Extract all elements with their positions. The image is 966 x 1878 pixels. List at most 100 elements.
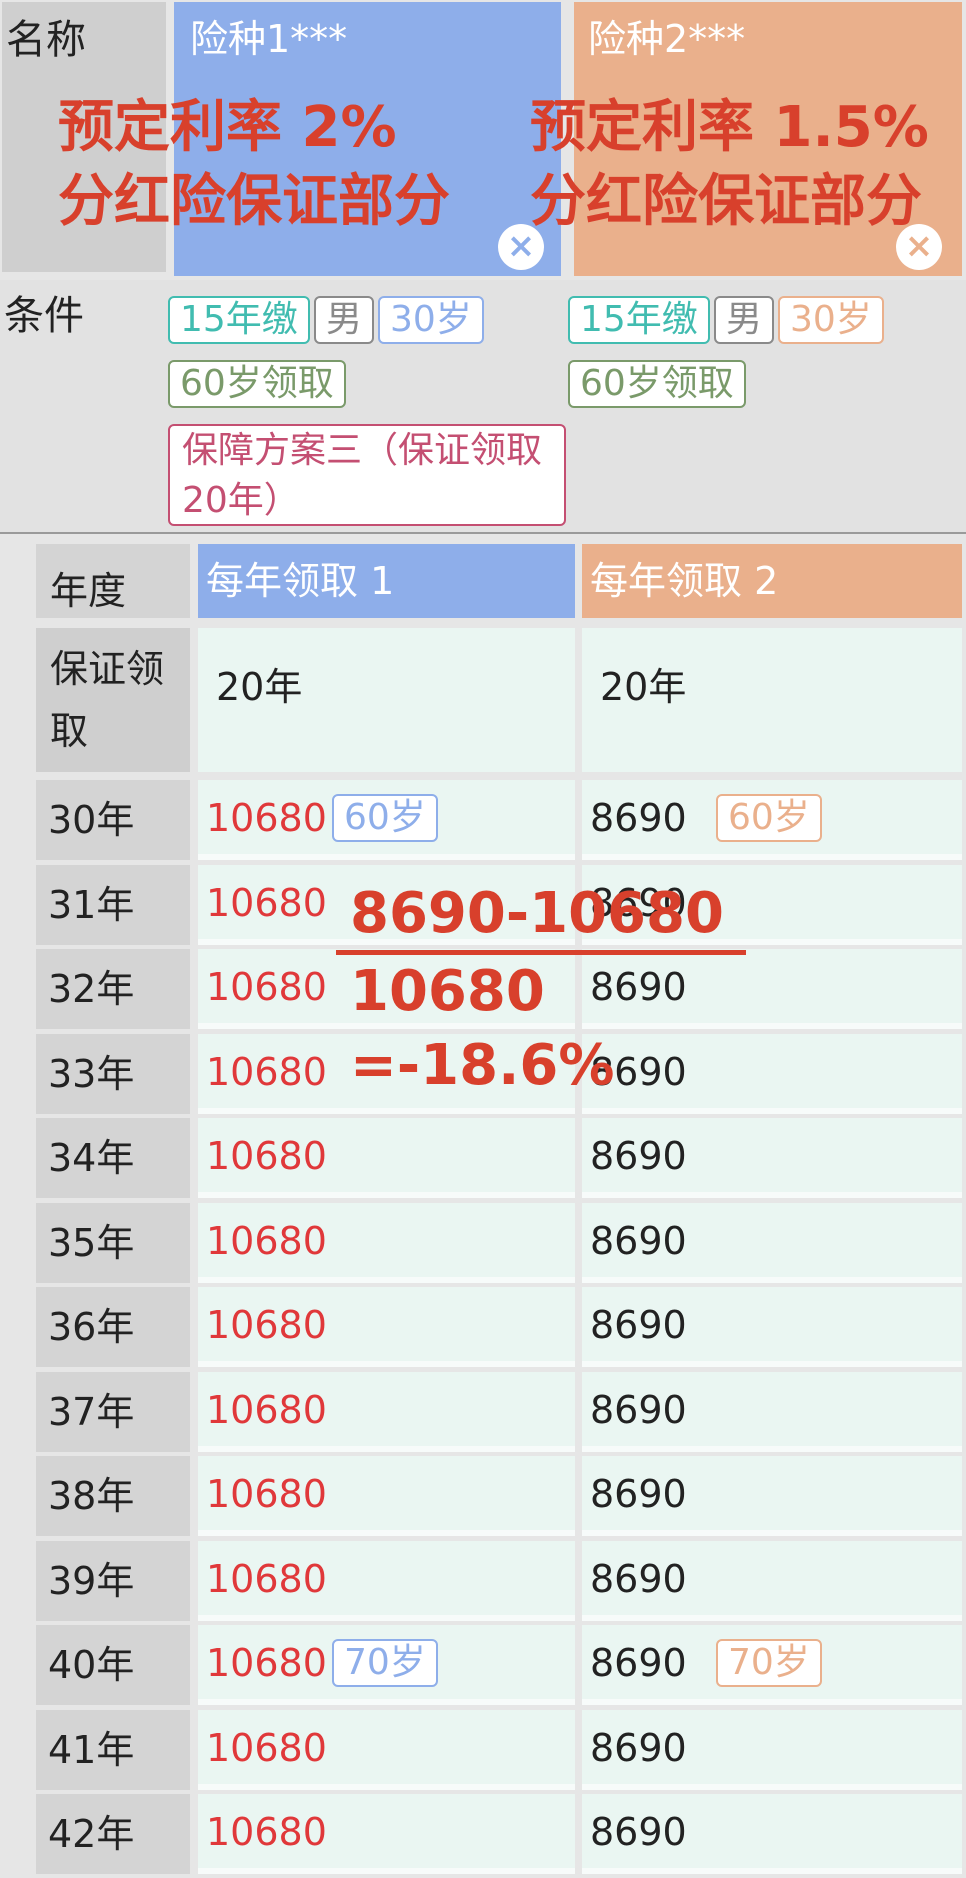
year-cell: 39年 — [36, 1541, 190, 1621]
guarantee-label: 保证领取 — [36, 628, 190, 772]
product-1-plan-tag[interactable]: 保障方案三（保证领取20年） — [168, 424, 566, 526]
value-cell-2: 8690 — [582, 1203, 962, 1283]
value-2: 8690 — [590, 1303, 687, 1347]
age-tag-2: 60岁 — [716, 794, 822, 842]
annotation-dividend-2: 分红险保证部分 — [530, 169, 922, 234]
year-cell: 33年 — [36, 1034, 190, 1114]
year-cell: 31年 — [36, 865, 190, 945]
age-tag-2: 70岁 — [716, 1639, 822, 1687]
product-1-pay-tag[interactable]: 15年缴 — [168, 296, 310, 344]
calc-numerator: 8690-10680 — [350, 881, 724, 946]
value-2: 8690 — [590, 1557, 687, 1601]
table-row: 39年 10680 8690 — [0, 1541, 966, 1621]
value-2: 8690 — [590, 1472, 687, 1516]
calc-result: =-18.6% — [350, 1033, 615, 1098]
value-cell-1: 10680 — [198, 1118, 575, 1198]
value-cell-2: 8690 — [582, 1034, 962, 1114]
table-row: 38年 10680 8690 — [0, 1456, 966, 1536]
conditions-label: 条件 — [4, 293, 84, 339]
year-cell: 32年 — [36, 949, 190, 1029]
year-cell: 34年 — [36, 1118, 190, 1198]
table-row: 37年 10680 8690 — [0, 1372, 966, 1452]
value-cell-1: 10680 70岁 — [198, 1625, 575, 1705]
column-2-header: 每年领取 2 — [582, 544, 962, 618]
product-2-gender-tag[interactable]: 男 — [714, 296, 775, 344]
value-1: 10680 — [206, 1810, 327, 1854]
annotation-dividend-1: 分红险保证部分 — [58, 169, 450, 234]
value-cell-1: 10680 — [198, 1541, 575, 1621]
conditions-area: 条件 15年缴 男 30岁 60岁领取 保障方案三（保证领取20年） 15年缴 … — [0, 280, 966, 534]
product-2-receive-tag[interactable]: 60岁领取 — [568, 360, 746, 408]
value-1: 10680 — [206, 1472, 327, 1516]
product-1-gender-tag[interactable]: 男 — [314, 296, 375, 344]
value-cell-2: 8690 — [582, 1372, 962, 1452]
value-cell-2: 8690 — [582, 1710, 962, 1790]
year-cell: 42年 — [36, 1794, 190, 1874]
column-1-header: 每年领取 1 — [198, 544, 575, 618]
value-cell-2: 8690 — [582, 1118, 962, 1198]
value-2: 8690 — [590, 1219, 687, 1263]
table-row: 36年 10680 8690 — [0, 1287, 966, 1367]
value-2: 8690 — [590, 1726, 687, 1770]
guarantee-cell-1: 20年 — [198, 628, 575, 772]
guarantee-cell-2: 20年 — [582, 628, 962, 772]
value-1: 10680 — [206, 1641, 327, 1685]
value-2: 8690 — [590, 796, 687, 840]
value-cell-1: 10680 — [198, 1710, 575, 1790]
table-row: 35年 10680 8690 — [0, 1203, 966, 1283]
guarantee-value-1: 20年 — [216, 665, 303, 709]
product-1-title: 险种1*** — [190, 17, 348, 61]
value-2: 8690 — [590, 1641, 687, 1685]
value-1: 10680 — [206, 965, 327, 1009]
value-1: 10680 — [206, 1388, 327, 1432]
table-row: 34年 10680 8690 — [0, 1118, 966, 1198]
value-1: 10680 — [206, 1726, 327, 1770]
table-row: 40年 10680 70岁 8690 70岁 — [0, 1625, 966, 1705]
name-label: 名称 — [6, 17, 86, 63]
value-cell-1: 10680 60岁 — [198, 780, 575, 860]
value-1: 10680 — [206, 1557, 327, 1601]
year-header-cell: 年度 — [36, 544, 190, 618]
value-cell-1: 10680 — [198, 1203, 575, 1283]
value-cell-1: 10680 — [198, 1372, 575, 1452]
year-cell: 36年 — [36, 1287, 190, 1367]
product-2-title: 险种2*** — [588, 17, 746, 61]
value-1: 10680 — [206, 1219, 327, 1263]
value-2: 8690 — [590, 1134, 687, 1178]
calc-denominator: 10680 — [350, 959, 545, 1024]
product-2-age-tag[interactable]: 30岁 — [778, 296, 884, 344]
value-cell-1: 10680 — [198, 1794, 575, 1874]
value-cell-1: 10680 — [198, 1456, 575, 1536]
annotation-rate-1: 预定利率 2% — [58, 95, 397, 160]
product-1-age-tag[interactable]: 30岁 — [378, 296, 484, 344]
guarantee-value-2: 20年 — [600, 665, 687, 709]
table-row: 42年 10680 8690 — [0, 1794, 966, 1874]
value-cell-2: 8690 — [582, 1794, 962, 1874]
value-cell-2: 8690 — [582, 1456, 962, 1536]
age-tag-1: 70岁 — [332, 1639, 438, 1687]
table-row: 41年 10680 8690 — [0, 1710, 966, 1790]
year-cell: 37年 — [36, 1372, 190, 1452]
year-cell: 30年 — [36, 780, 190, 860]
value-cell-2: 8690 — [582, 949, 962, 1029]
year-cell: 38年 — [36, 1456, 190, 1536]
product-1-receive-tag[interactable]: 60岁领取 — [168, 360, 346, 408]
year-cell: 41年 — [36, 1710, 190, 1790]
age-tag-1: 60岁 — [332, 794, 438, 842]
product-2-pay-tag[interactable]: 15年缴 — [568, 296, 710, 344]
year-header: 年度 — [50, 569, 127, 613]
value-1: 10680 — [206, 1134, 327, 1178]
value-cell-2: 8690 70岁 — [582, 1625, 962, 1705]
value-2: 8690 — [590, 1810, 687, 1854]
value-1: 10680 — [206, 1303, 327, 1347]
value-cell-1: 10680 — [198, 1287, 575, 1367]
year-cell: 40年 — [36, 1625, 190, 1705]
annotation-rate-2: 预定利率 1.5% — [530, 95, 929, 160]
value-1: 10680 — [206, 881, 327, 925]
value-cell-2: 8690 — [582, 1287, 962, 1367]
value-2: 8690 — [590, 1388, 687, 1432]
value-2: 8690 — [590, 965, 687, 1009]
calc-fraction-line — [336, 950, 746, 955]
value-1: 10680 — [206, 796, 327, 840]
value-cell-2: 8690 — [582, 1541, 962, 1621]
